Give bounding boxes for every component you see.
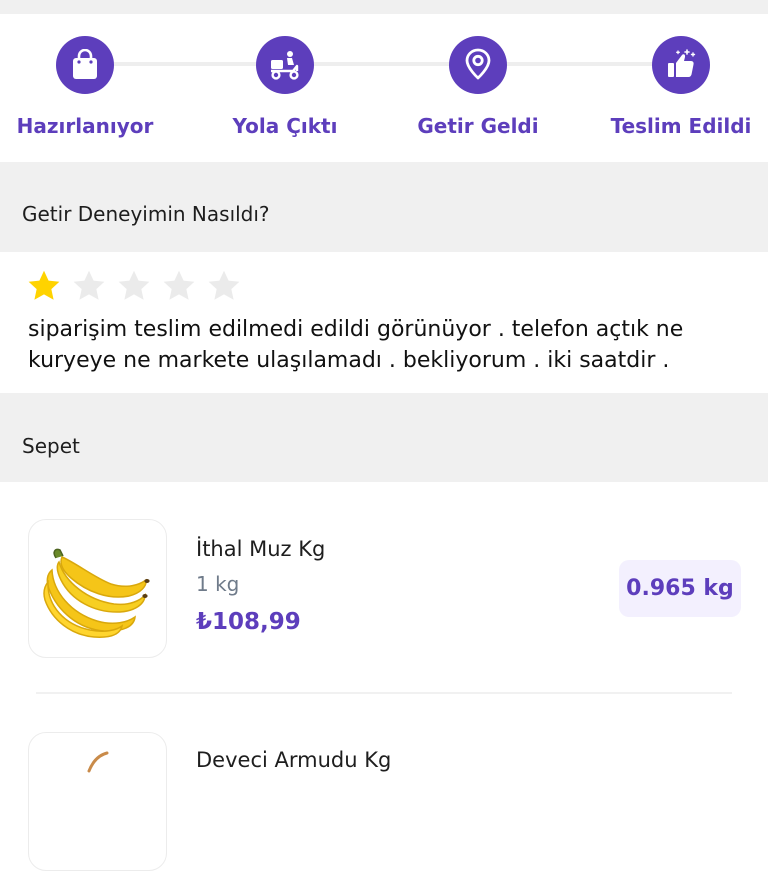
- star-rating[interactable]: [26, 268, 242, 304]
- star-icon[interactable]: [116, 268, 152, 304]
- location-pin-icon: [449, 36, 507, 94]
- courier-scooter-icon: [256, 36, 314, 94]
- star-icon[interactable]: [161, 268, 197, 304]
- basket-title: Sepet: [22, 434, 80, 458]
- pear-icon: [87, 751, 109, 773]
- product-image[interactable]: [28, 732, 167, 871]
- experience-header: Getir Deneyimin Nasıldı?: [0, 162, 768, 252]
- top-band: [0, 0, 768, 14]
- step-on-the-way: Yola Çıktı: [190, 36, 380, 138]
- step-preparing: Hazırlanıyor: [0, 36, 180, 138]
- product-image[interactable]: [28, 519, 167, 658]
- shopping-bag-icon: [56, 36, 114, 94]
- order-status-steps: Hazırlanıyor Yola Çıktı Getir Geldi Tesl…: [0, 14, 768, 162]
- review-comment: siparişim teslim edilmedi edildi görünüy…: [28, 317, 684, 373]
- step-label: Hazırlanıyor: [16, 114, 154, 138]
- product-name: Deveci Armudu Kg: [196, 748, 392, 772]
- star-icon[interactable]: [71, 268, 107, 304]
- step-arrived: Getir Geldi: [383, 36, 573, 138]
- product-price: ₺108,99: [196, 609, 301, 635]
- banana-icon: [43, 548, 150, 638]
- step-delivered: Teslim Edildi: [586, 36, 768, 138]
- star-icon[interactable]: [206, 268, 242, 304]
- item-divider: [36, 692, 732, 694]
- quantity-badge: 0.965 kg: [619, 560, 741, 617]
- step-label: Yola Çıktı: [232, 114, 338, 138]
- experience-title: Getir Deneyimin Nasıldı?: [22, 202, 270, 226]
- product-name: İthal Muz Kg: [196, 537, 326, 561]
- step-label: Getir Geldi: [417, 114, 539, 138]
- thumbs-up-icon: [652, 36, 710, 94]
- star-icon-filled[interactable]: [26, 268, 62, 304]
- basket-header: Sepet: [0, 393, 768, 482]
- product-unit: 1 kg: [196, 572, 240, 596]
- step-label: Teslim Edildi: [610, 114, 752, 138]
